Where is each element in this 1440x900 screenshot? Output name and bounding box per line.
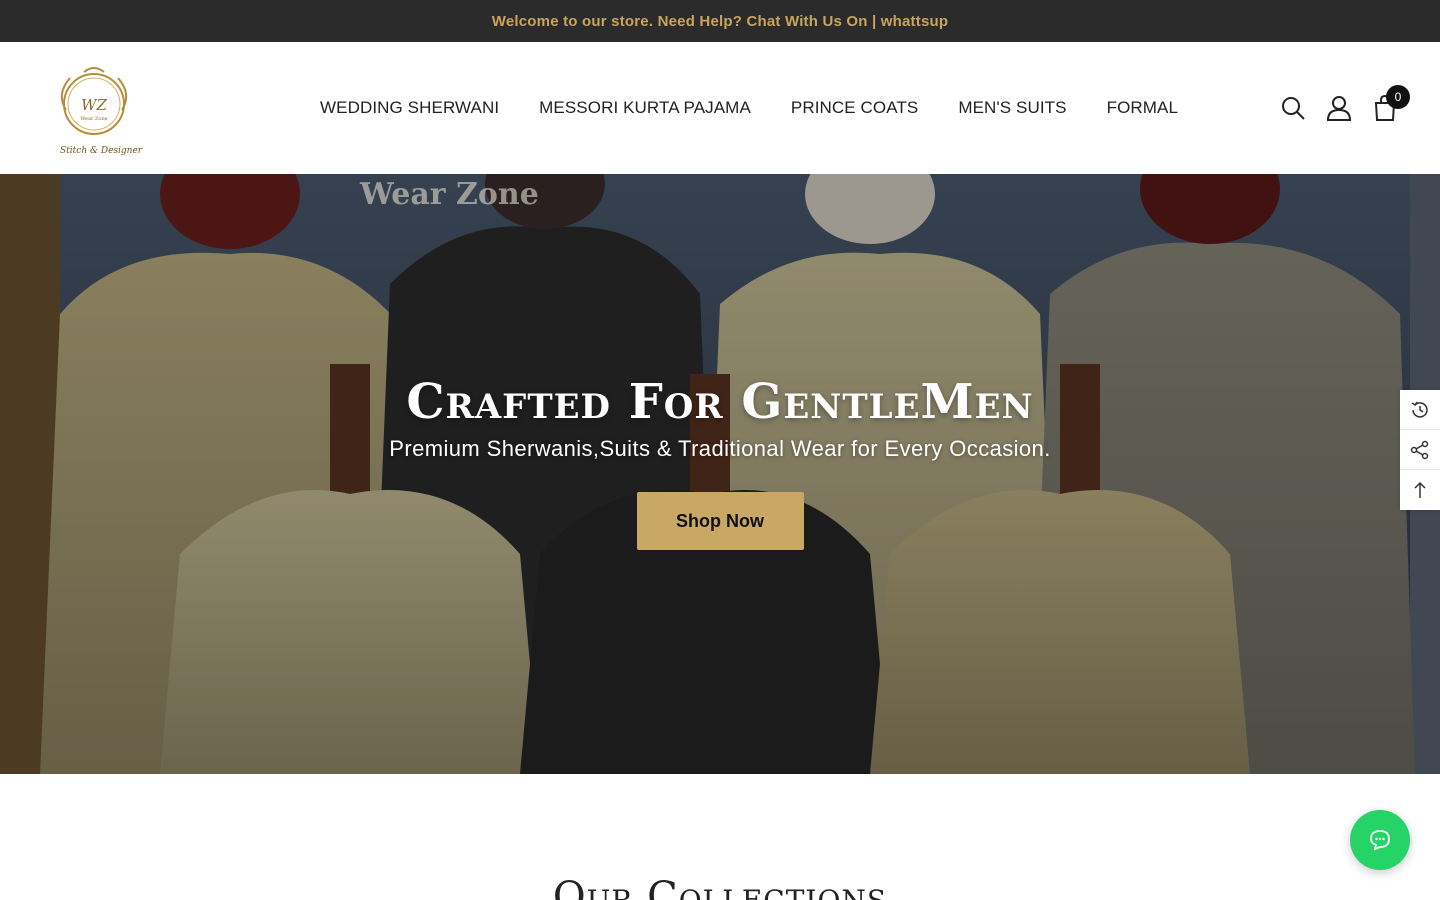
collections-heading: Our Collections <box>552 874 888 900</box>
back-to-top-button[interactable] <box>1400 470 1440 510</box>
logo-brand: Wear Zone <box>80 116 107 122</box>
store-logo[interactable]: WZ Wear Zone Stitch & Designer <box>46 64 142 164</box>
cart-button[interactable]: 0 <box>1370 85 1410 123</box>
side-toolbar <box>1400 390 1440 510</box>
nav-item-wedding-sherwani[interactable]: WEDDING SHERWANI <box>320 98 499 118</box>
nav-item-formal[interactable]: FORMAL <box>1107 98 1178 118</box>
site-header: WZ Wear Zone Stitch & Designer WEDDING S… <box>0 42 1440 174</box>
cart-count-badge: 0 <box>1386 85 1410 109</box>
hero-title: Crafted For GentleMen <box>406 374 1034 430</box>
logo-tagline: Stitch & Designer <box>60 146 143 156</box>
nav-item-prince-coats[interactable]: PRINCE COATS <box>791 98 918 118</box>
account-button[interactable] <box>1324 93 1354 123</box>
nav-item-mens-suits[interactable]: MEN'S SUITS <box>958 98 1066 118</box>
hero-banner: Wear Zone Crafted For GentleMen Premium … <box>0 174 1440 774</box>
nav-item-messori-kurta-pajama[interactable]: MESSORI KURTA PAJAMA <box>539 98 751 118</box>
recently-viewed-icon <box>1411 401 1428 418</box>
logo-monogram: WZ <box>81 96 107 114</box>
shop-now-button[interactable]: Shop Now <box>636 492 804 550</box>
store-sign-text: Wear Zone <box>359 177 539 212</box>
search-icon <box>1282 97 1305 120</box>
hero-content: Crafted For GentleMen Premium Sherwanis,… <box>0 374 1440 550</box>
header-icons: 0 <box>1262 42 1410 174</box>
back-to-top-icon <box>1414 481 1426 498</box>
user-icon <box>1326 96 1352 121</box>
recently-viewed-button[interactable] <box>1400 390 1440 430</box>
share-button[interactable] <box>1400 430 1440 470</box>
search-button[interactable] <box>1278 93 1308 123</box>
announcement-text[interactable]: Welcome to our store. Need Help? Chat Wi… <box>492 13 948 30</box>
main-navigation: WEDDING SHERWANI MESSORI KURTA PAJAMA PR… <box>300 42 1198 174</box>
chat-icon <box>1370 830 1390 851</box>
hero-subtitle: Premium Sherwanis,Suits & Traditional We… <box>389 436 1051 461</box>
chat-button[interactable] <box>1350 810 1410 870</box>
share-icon <box>1410 440 1429 459</box>
announcement-bar: Welcome to our store. Need Help? Chat Wi… <box>0 0 1440 42</box>
